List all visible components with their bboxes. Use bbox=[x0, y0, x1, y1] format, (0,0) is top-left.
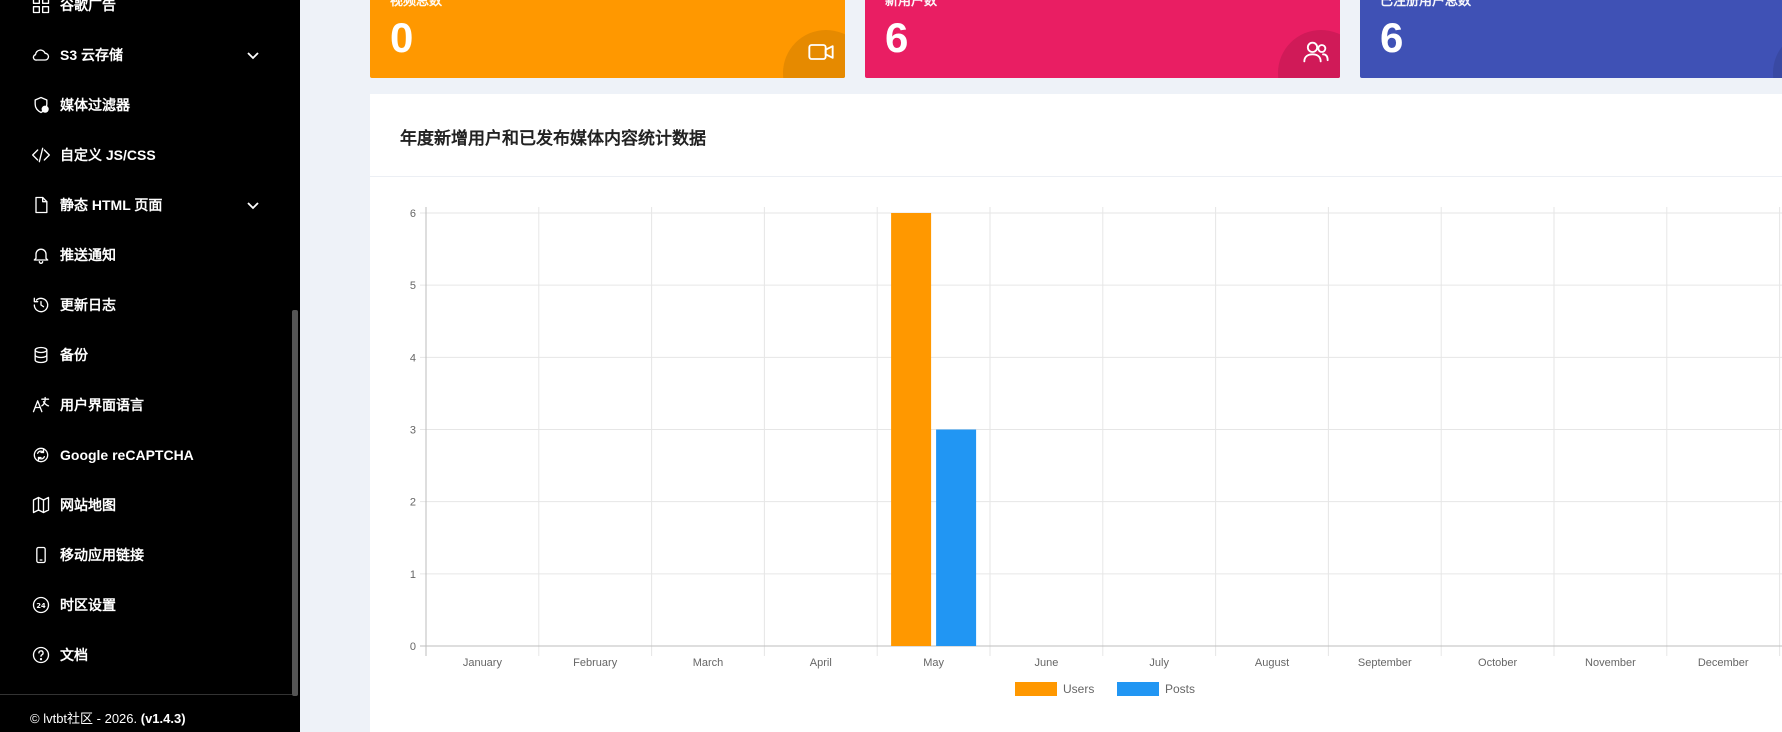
y-tick-label: 3 bbox=[410, 425, 416, 437]
stat-card-label: 视频总数 bbox=[390, 0, 443, 8]
sidebar-divider bbox=[0, 694, 292, 695]
sidebar-item-label: Google reCAPTCHA bbox=[60, 447, 194, 463]
footer-version: (v1.4.3) bbox=[140, 711, 186, 726]
clock-24-icon: 24 bbox=[30, 594, 52, 616]
legend-item-users[interactable]: Users bbox=[1015, 682, 1094, 696]
database-icon bbox=[30, 344, 52, 366]
sidebar-item-3[interactable]: 自定义 JS/CSS bbox=[30, 140, 270, 170]
language-icon bbox=[30, 394, 52, 416]
stat-card-label: 已注册用户总数 bbox=[1380, 0, 1472, 8]
chevron-down-icon[interactable] bbox=[246, 48, 260, 62]
video-icon bbox=[807, 38, 835, 66]
y-tick-label: 5 bbox=[410, 280, 416, 292]
sidebar-item-label: 用户界面语言 bbox=[60, 397, 144, 413]
x-tick-label: July bbox=[1149, 657, 1169, 669]
stat-card-2: 已注册用户总数 6 bbox=[1360, 0, 1782, 78]
shield-check-icon bbox=[30, 94, 52, 116]
sidebar-item-10[interactable]: 网站地图 bbox=[30, 490, 270, 520]
sidebar-footer: © lvtbt社区 - 2026. (v1.4.3) bbox=[30, 708, 186, 727]
sidebar-item-label: 媒体过滤器 bbox=[60, 97, 130, 113]
recaptcha-icon bbox=[30, 444, 52, 466]
sidebar-item-label: 更新日志 bbox=[60, 297, 116, 313]
sidebar-item-13[interactable]: 文档 bbox=[30, 640, 270, 670]
sidebar-item-1[interactable]: S3 云存储 bbox=[30, 40, 270, 70]
legend-swatch bbox=[1015, 682, 1057, 696]
x-tick-label: August bbox=[1255, 657, 1289, 669]
chevron-down-icon[interactable] bbox=[246, 198, 260, 212]
help-circle-icon bbox=[30, 644, 52, 666]
sidebar: 谷歌广告 S3 云存储 媒体过滤器自定义 JS/CSS 静态 HTML 页面 推送通知更… bbox=[0, 0, 300, 732]
x-tick-label: February bbox=[573, 657, 618, 669]
sidebar-item-label: 谷歌广告 bbox=[60, 0, 116, 13]
mobile-icon bbox=[30, 544, 52, 566]
code-icon bbox=[30, 144, 52, 166]
legend-label: Posts bbox=[1165, 682, 1196, 696]
history-icon bbox=[30, 294, 52, 316]
stat-card-label: 新用户数 bbox=[885, 0, 938, 8]
sidebar-item-label: 推送通知 bbox=[60, 247, 116, 263]
sidebar-item-label: 静态 HTML 页面 bbox=[60, 197, 163, 213]
sidebar-item-label: S3 云存储 bbox=[60, 47, 124, 63]
y-tick-label: 0 bbox=[410, 641, 416, 653]
sidebar-item-7[interactable]: 备份 bbox=[30, 340, 270, 370]
file-icon bbox=[30, 194, 52, 216]
sidebar-item-label: 备份 bbox=[60, 347, 88, 363]
sidebar-item-5[interactable]: 推送通知 bbox=[30, 240, 270, 270]
x-tick-label: January bbox=[463, 657, 503, 669]
sidebar-item-label: 网站地图 bbox=[60, 497, 116, 513]
x-tick-label: March bbox=[693, 657, 724, 669]
y-tick-label: 6 bbox=[410, 208, 416, 220]
stat-card-value: 6 bbox=[1380, 14, 1404, 61]
cloud-icon bbox=[30, 44, 52, 66]
legend-label: Users bbox=[1063, 682, 1095, 696]
legend-swatch bbox=[1117, 682, 1159, 696]
users-icon bbox=[1302, 38, 1330, 66]
x-tick-label: May bbox=[923, 657, 944, 669]
sidebar-item-9[interactable]: Google reCAPTCHA bbox=[30, 440, 270, 470]
stat-card-bubble bbox=[1773, 30, 1782, 78]
x-tick-label: April bbox=[810, 657, 832, 669]
bar-posts-may bbox=[936, 429, 977, 646]
bar-chart: 0 1 2 3 4 5 6 January February March April May June J… bbox=[410, 207, 1782, 669]
stat-card-1: 新用户数 6 bbox=[865, 0, 1340, 78]
stat-card-value: 6 bbox=[885, 14, 909, 61]
sidebar-item-2[interactable]: 媒体过滤器 bbox=[30, 90, 270, 120]
y-tick-label: 2 bbox=[410, 497, 416, 509]
x-tick-label: November bbox=[1585, 657, 1636, 669]
y-tick-label: 1 bbox=[410, 569, 416, 581]
map-icon bbox=[30, 494, 52, 516]
sidebar-item-label: 自定义 JS/CSS bbox=[60, 147, 156, 163]
svg-text:24: 24 bbox=[36, 602, 46, 610]
chart-panel: 年度新增用户和已发布媒体内容统计数据 0 1 2 3 4 5 6 January Februar… bbox=[370, 94, 1782, 732]
legend-item-posts[interactable]: Posts bbox=[1117, 682, 1195, 696]
chart-legend: Users Posts bbox=[370, 682, 1782, 700]
sidebar-scrollbar[interactable] bbox=[292, 310, 298, 696]
sidebar-item-label: 移动应用链接 bbox=[60, 547, 144, 563]
y-tick-label: 4 bbox=[410, 352, 416, 364]
footer-copyright: © lvtbt社区 - 2026. bbox=[30, 711, 138, 726]
x-tick-label: June bbox=[1034, 657, 1058, 669]
sidebar-item-0[interactable]: 谷歌广告 bbox=[30, 0, 270, 20]
sidebar-item-label: 时区设置 bbox=[60, 597, 116, 613]
sidebar-item-4[interactable]: 静态 HTML 页面 bbox=[30, 190, 270, 220]
x-tick-label: October bbox=[1478, 657, 1517, 669]
x-tick-label: September bbox=[1358, 657, 1412, 669]
sidebar-item-8[interactable]: 用户界面语言 bbox=[30, 390, 270, 420]
sidebar-item-6[interactable]: 更新日志 bbox=[30, 290, 270, 320]
grid-icon bbox=[30, 0, 52, 16]
bar-users-may bbox=[891, 213, 932, 646]
sidebar-item-11[interactable]: 移动应用链接 bbox=[30, 540, 270, 570]
stat-card-value: 0 bbox=[390, 14, 414, 61]
sidebar-item-12[interactable]: 24 时区设置 bbox=[30, 590, 270, 620]
bell-icon bbox=[30, 244, 52, 266]
stat-card-0: 视频总数 0 bbox=[370, 0, 845, 78]
x-tick-label: December bbox=[1698, 657, 1749, 669]
sidebar-item-label: 文档 bbox=[60, 647, 88, 663]
